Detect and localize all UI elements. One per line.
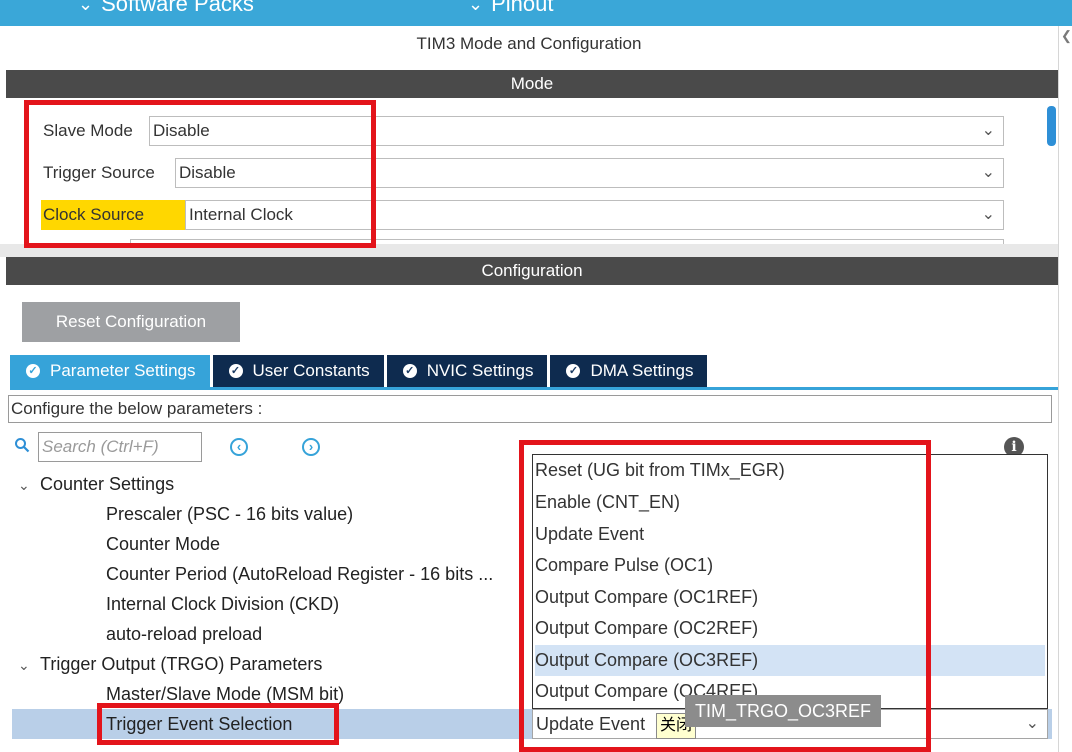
slave-mode-label: Slave Mode xyxy=(43,121,133,140)
dropdown-option[interactable]: Update Event xyxy=(535,519,1045,550)
panel-title: TIM3 Mode and Configuration xyxy=(416,34,642,53)
mode-area: Slave Mode Disable ⌄ Trigger Source Disa… xyxy=(6,98,1058,244)
next-match-icon[interactable]: › xyxy=(302,438,320,456)
chevron-down-icon: ⌄ xyxy=(981,122,995,139)
search-input[interactable]: Search (Ctrl+F) xyxy=(38,432,202,462)
tree-group-label: Counter Settings xyxy=(40,474,175,494)
chevron-down-icon: ⌄ xyxy=(981,206,995,223)
tree-group-trgo[interactable]: ⌄ Trigger Output (TRGO) Parameters xyxy=(18,649,322,679)
reset-configuration-button[interactable]: Reset Configuration xyxy=(22,302,240,342)
tab-dma-settings[interactable]: ✓ DMA Settings xyxy=(550,355,708,387)
tree-item-auto-reload[interactable]: auto-reload preload xyxy=(106,619,262,649)
slave-mode-select[interactable]: Disable ⌄ xyxy=(149,116,1004,146)
search-icon xyxy=(15,438,30,453)
mode-scrollbar-thumb[interactable] xyxy=(1047,106,1056,146)
collapse-arrow-icon[interactable]: ❮ xyxy=(1061,28,1072,44)
tab-label: Parameter Settings xyxy=(50,361,196,380)
dropdown-option[interactable]: Reset (UG bit from TIMx_EGR) xyxy=(535,455,1045,486)
tree-item-prescaler[interactable]: Prescaler (PSC - 16 bits value) xyxy=(106,499,353,529)
splitter[interactable] xyxy=(0,244,1058,257)
nav-software-packs-label: Software Packs xyxy=(101,0,254,16)
tab-user-constants[interactable]: ✓ User Constants xyxy=(212,355,384,387)
trigger-source-value: Disable xyxy=(179,163,236,182)
config-tabs: ✓ Parameter Settings ✓ User Constants ✓ … xyxy=(10,355,710,387)
chevron-down-icon: ⌄ xyxy=(1025,715,1039,732)
nav-software-packs[interactable]: ⌄ Software Packs xyxy=(78,0,254,17)
tab-underline xyxy=(10,387,1058,390)
dropdown-option[interactable]: Output Compare (OC2REF) xyxy=(535,613,1045,644)
tree-group-counter-settings[interactable]: ⌄ Counter Settings xyxy=(18,469,174,499)
clock-source-value: Internal Clock xyxy=(189,205,293,224)
check-circle-icon: ✓ xyxy=(228,364,243,378)
tree-item-trigger-event-selection[interactable]: Trigger Event Selection xyxy=(106,709,292,739)
tree-item-master-slave[interactable]: Master/Slave Mode (MSM bit) xyxy=(106,679,344,709)
option-tooltip: TIM_TRGO_OC3REF xyxy=(685,695,881,727)
configuration-section-header: Configuration xyxy=(6,257,1058,285)
chevron-down-icon: ⌄ xyxy=(18,477,30,493)
configure-instructions: Configure the below parameters : xyxy=(8,395,1052,423)
tree-item-counter-period[interactable]: Counter Period (AutoReload Register - 16… xyxy=(106,559,493,589)
tab-parameter-settings[interactable]: ✓ Parameter Settings xyxy=(10,355,210,387)
tree-group-label: Trigger Output (TRGO) Parameters xyxy=(40,654,323,674)
tab-label: NVIC Settings xyxy=(426,361,534,380)
check-circle-icon: ✓ xyxy=(566,364,581,378)
check-circle-icon: ✓ xyxy=(26,364,40,378)
trigger-event-value: Update Event xyxy=(536,714,646,734)
chevron-down-icon: ⌄ xyxy=(468,0,484,14)
top-banner: ⌄ Software Packs ⌄ Pinout xyxy=(0,0,1072,26)
dropdown-option-highlighted[interactable]: Output Compare (OC3REF) xyxy=(535,645,1045,676)
dropdown-option[interactable]: Compare Pulse (OC1) xyxy=(535,550,1045,581)
nav-pinout-label: Pinout xyxy=(491,0,554,16)
tree-item-counter-mode[interactable]: Counter Mode xyxy=(106,529,220,559)
trigger-event-dropdown-list: Reset (UG bit from TIMx_EGR) Enable (CNT… xyxy=(532,454,1048,709)
dropdown-option[interactable]: Output Compare (OC1REF) xyxy=(535,582,1045,613)
chevron-down-icon: ⌄ xyxy=(981,164,995,181)
clock-source-select[interactable]: Internal Clock ⌄ xyxy=(185,200,1004,230)
trigger-source-label: Trigger Source xyxy=(43,163,155,182)
side-collapse-strip[interactable]: ❮ xyxy=(1058,26,1072,752)
check-circle-icon: ✓ xyxy=(402,364,417,378)
tab-label: DMA Settings xyxy=(590,361,694,380)
previous-match-icon[interactable]: ‹ xyxy=(230,438,248,456)
trigger-source-select[interactable]: Disable ⌄ xyxy=(175,158,1004,188)
tree-item-clock-division[interactable]: Internal Clock Division (CKD) xyxy=(106,589,339,619)
dropdown-option[interactable]: Enable (CNT_EN) xyxy=(535,487,1045,518)
chevron-down-icon: ⌄ xyxy=(78,0,94,14)
clock-source-label: Clock Source xyxy=(41,200,185,230)
slave-mode-value: Disable xyxy=(153,121,210,140)
mode-section-header: Mode xyxy=(6,70,1058,98)
tab-label: User Constants xyxy=(252,361,370,380)
tab-nvic-settings[interactable]: ✓ NVIC Settings xyxy=(386,355,548,387)
chevron-down-icon: ⌄ xyxy=(18,657,30,673)
nav-pinout[interactable]: ⌄ Pinout xyxy=(468,0,553,17)
